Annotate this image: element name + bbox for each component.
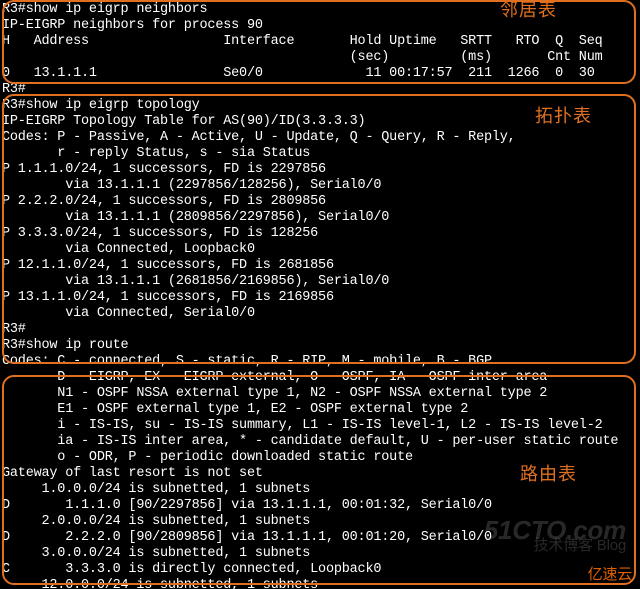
footer-brand: 亿速云 — [588, 567, 632, 583]
cli-line: i - IS-IS, su - IS-IS summary, L1 - IS-I… — [2, 418, 640, 434]
cli-line: P 3.3.3.0/24, 1 successors, FD is 128256 — [2, 226, 640, 242]
cli-line: R3#show ip route — [2, 338, 640, 354]
cli-line: P 1.1.1.0/24, 1 successors, FD is 229785… — [2, 162, 640, 178]
cli-line: Gateway of last resort is not set — [2, 466, 640, 482]
cli-line: P 12.1.1.0/24, 1 successors, FD is 26818… — [2, 258, 640, 274]
cli-line: E1 - OSPF external type 1, E2 - OSPF ext… — [2, 402, 640, 418]
cli-line: (sec) (ms) Cnt Num — [2, 50, 640, 66]
cli-line: 0 13.1.1.1 Se0/0 11 00:17:57 211 1266 0 … — [2, 66, 640, 82]
cli-line: IP-EIGRP neighbors for process 90 — [2, 18, 640, 34]
cli-line: Codes: C - connected, S - static, R - RI… — [2, 354, 640, 370]
cli-line: 12.0.0.0/24 is subnetted, 1 subnets — [2, 578, 640, 589]
cli-line: via 13.1.1.1 (2297856/128256), Serial0/0 — [2, 178, 640, 194]
cli-line: R3#show ip eigrp neighbors — [2, 2, 640, 18]
cli-line: IP-EIGRP Topology Table for AS(90)/ID(3.… — [2, 114, 640, 130]
terminal[interactable]: R3#show ip eigrp neighbors IP-EIGRP neig… — [0, 0, 640, 589]
cli-line: N1 - OSPF NSSA external type 1, N2 - OSP… — [2, 386, 640, 402]
cli-line: D 1.1.1.0 [90/2297856] via 13.1.1.1, 00:… — [2, 498, 640, 514]
cli-line: C 3.3.3.0 is directly connected, Loopbac… — [2, 562, 640, 578]
cli-line: o - ODR, P - periodic downloaded static … — [2, 450, 640, 466]
cli-line: r - reply Status, s - sia Status — [2, 146, 640, 162]
cli-line: P 2.2.2.0/24, 1 successors, FD is 280985… — [2, 194, 640, 210]
cli-line: H Address Interface Hold Uptime SRTT RTO… — [2, 34, 640, 50]
cli-line: R3#show ip eigrp topology — [2, 98, 640, 114]
cli-line: 3.0.0.0/24 is subnetted, 1 subnets — [2, 546, 640, 562]
cli-line: ia - IS-IS inter area, * - candidate def… — [2, 434, 640, 450]
cli-line: D - EIGRP, EX - EIGRP external, O - OSPF… — [2, 370, 640, 386]
cli-line: 2.0.0.0/24 is subnetted, 1 subnets — [2, 514, 640, 530]
cli-line: R3# — [2, 322, 640, 338]
cli-line: D 2.2.2.0 [90/2809856] via 13.1.1.1, 00:… — [2, 530, 640, 546]
cli-line: Codes: P - Passive, A - Active, U - Upda… — [2, 130, 640, 146]
cli-line: via Connected, Serial0/0 — [2, 306, 640, 322]
cli-line: R3# — [2, 82, 640, 98]
cli-line: via 13.1.1.1 (2681856/2169856), Serial0/… — [2, 274, 640, 290]
cli-line: 1.0.0.0/24 is subnetted, 1 subnets — [2, 482, 640, 498]
cli-line: P 13.1.1.0/24, 1 successors, FD is 21698… — [2, 290, 640, 306]
cli-line: via 13.1.1.1 (2809856/2297856), Serial0/… — [2, 210, 640, 226]
cli-line: via Connected, Loopback0 — [2, 242, 640, 258]
